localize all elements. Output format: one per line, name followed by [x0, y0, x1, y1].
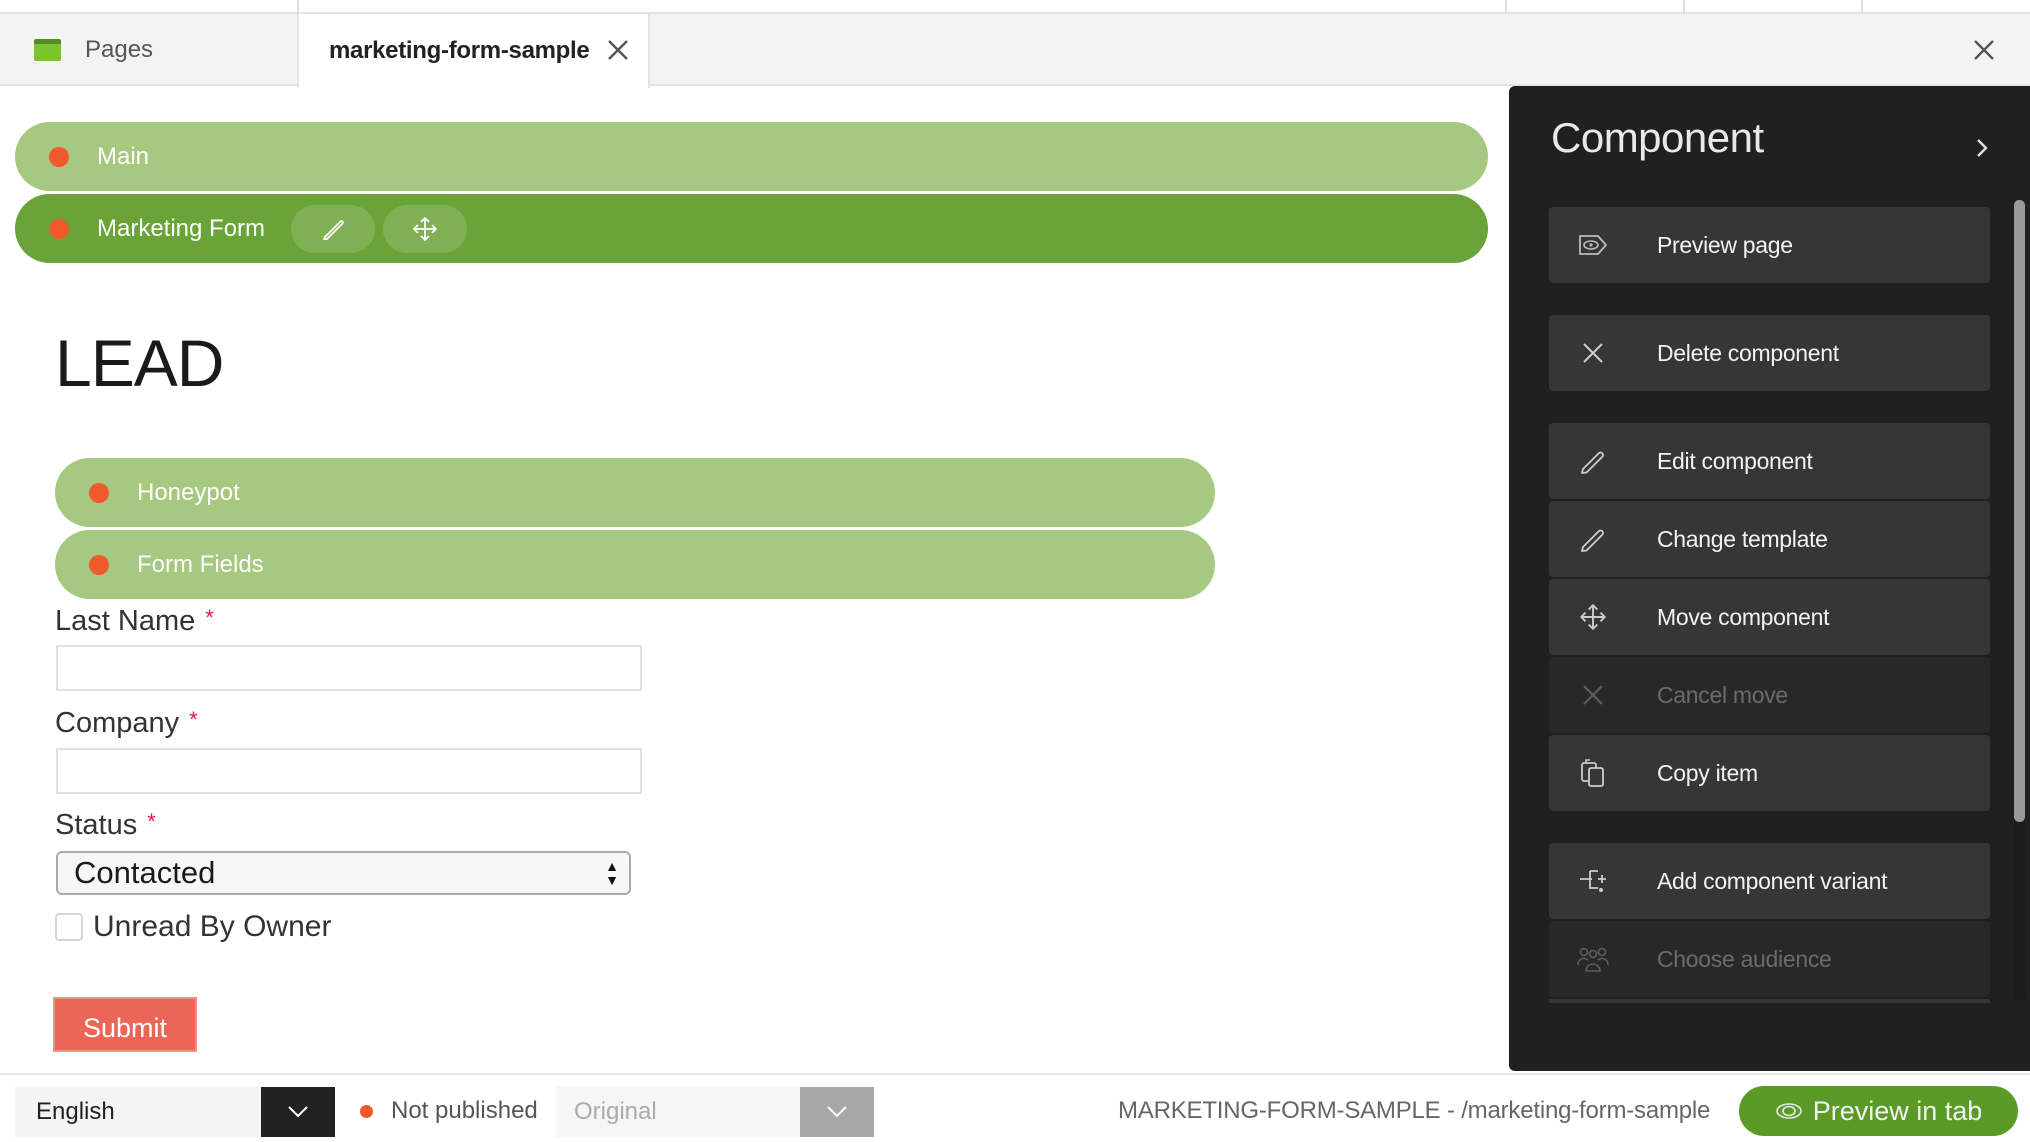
menu-item-partial — [1549, 999, 1990, 1003]
pencil-icon — [1573, 441, 1613, 481]
publish-status: Not published — [360, 1097, 538, 1125]
menu-item-label: Move component — [1657, 603, 1830, 630]
status-dot — [49, 146, 69, 167]
menu-item-label: Cancel move — [1657, 681, 1788, 708]
menu-item-label: Preview page — [1657, 231, 1793, 258]
chevron-right-icon[interactable] — [1970, 136, 1994, 160]
menu-item-edit-component[interactable]: Edit component — [1549, 423, 1990, 499]
tab-divider — [297, 0, 299, 14]
move-component-button[interactable] — [383, 204, 468, 253]
placeholder-label: Form Fields — [137, 550, 264, 578]
menu-item-move-component[interactable]: Move component — [1549, 579, 1990, 655]
preview-in-tab-label: Preview in tab — [1812, 1095, 1983, 1126]
tab-marketing-form-sample[interactable]: marketing-form-sample — [297, 14, 650, 88]
audience-icon — [1573, 939, 1613, 979]
status-dot — [360, 1104, 373, 1118]
edit-component-button[interactable] — [291, 204, 376, 253]
add-variant-icon — [1573, 861, 1613, 901]
pencil-icon — [1573, 519, 1613, 559]
menu-item-change-template[interactable]: Change template — [1549, 501, 1990, 577]
placeholder-label: Main — [97, 142, 150, 170]
close-editor-icon[interactable] — [1970, 36, 1998, 64]
move-icon — [413, 216, 437, 241]
chevron-down-icon — [288, 1106, 308, 1118]
move-icon — [1573, 597, 1613, 637]
close-icon — [1573, 675, 1613, 715]
copy-icon — [1573, 753, 1613, 793]
variant-dropdown-button[interactable] — [800, 1087, 874, 1137]
status-select[interactable]: Contacted ▲ ▼ — [56, 851, 631, 895]
unread-by-owner-label: Unread By Owner — [93, 910, 332, 943]
menu-item-add-component-variant[interactable]: Add component variant — [1549, 843, 1990, 919]
last-name-input[interactable] — [56, 645, 642, 691]
eye-icon — [1775, 1101, 1803, 1121]
pencil-icon — [323, 219, 344, 240]
last-name-label-text: Last Name — [55, 605, 196, 637]
page-path: MARKETING-FORM-SAMPLE - /marketing-form-… — [1118, 1097, 1711, 1124]
placeholder-label: Honeypot — [137, 478, 240, 506]
form-heading: LEAD — [55, 326, 224, 400]
placeholder-honeypot[interactable]: Honeypot — [55, 458, 1215, 527]
menu-item-cancel-move[interactable]: Cancel move — [1549, 657, 1990, 733]
publish-status-label: Not published — [391, 1097, 538, 1124]
panel-scrollbar-thumb[interactable] — [2014, 200, 2025, 822]
close-tab-icon[interactable] — [604, 36, 632, 64]
status-dot — [89, 482, 109, 503]
menu-item-delete-component[interactable]: Delete component — [1549, 315, 1990, 391]
tab-pages[interactable]: Pages — [0, 14, 297, 86]
variant-select[interactable]: Original — [556, 1087, 874, 1137]
placeholder-form-fields[interactable]: Form Fields — [55, 530, 1215, 599]
menu-item-choose-audience[interactable]: Choose audience — [1549, 921, 1990, 997]
component-marketing-form[interactable]: Marketing Form — [15, 194, 1488, 263]
placeholder-main[interactable]: Main — [15, 122, 1488, 191]
language-select[interactable]: English — [15, 1087, 335, 1137]
company-label: Company * — [55, 707, 198, 740]
eye-tag-icon — [1573, 225, 1613, 265]
variant-value: Original — [574, 1098, 657, 1125]
panel-title: Component — [1551, 114, 1764, 161]
status-label: Status * — [55, 809, 156, 842]
component-panel: Component Preview page Delete component … — [1509, 86, 2030, 1071]
company-input[interactable] — [56, 748, 642, 794]
status-dot — [89, 554, 109, 575]
close-icon — [1573, 333, 1613, 373]
status-dot — [49, 218, 69, 239]
component-label: Marketing Form — [97, 214, 266, 242]
status-select-value: Contacted — [74, 855, 216, 890]
bottom-bar: English Not published Original MARKETING… — [0, 1073, 2030, 1142]
menu-item-label: Copy item — [1657, 759, 1758, 786]
tab-pages-label: Pages — [85, 36, 154, 63]
menu-item-label: Choose audience — [1657, 945, 1832, 972]
tab-divider — [1683, 0, 1685, 14]
tab-active-label: marketing-form-sample — [329, 37, 590, 64]
menu-item-label: Edit component — [1657, 447, 1813, 474]
browser-tab-strip — [0, 0, 2030, 14]
language-value: English — [36, 1098, 115, 1125]
menu-item-label: Add component variant — [1657, 867, 1888, 894]
menu-item-preview-page[interactable]: Preview page — [1549, 207, 1990, 283]
tab-bar: Pages marketing-form-sample — [0, 14, 2030, 88]
chevron-down-icon — [827, 1106, 847, 1118]
unread-by-owner-checkbox[interactable] — [55, 913, 83, 941]
language-dropdown-button[interactable] — [261, 1087, 335, 1137]
company-label-text: Company — [55, 707, 180, 739]
menu-item-copy-item[interactable]: Copy item — [1549, 735, 1990, 811]
status-label-text: Status — [55, 809, 138, 841]
preview-in-tab-button[interactable]: Preview in tab — [1739, 1086, 2018, 1136]
required-mark: * — [189, 707, 198, 732]
required-mark: * — [147, 809, 156, 834]
menu-item-label: Delete component — [1657, 339, 1839, 366]
unread-by-owner-row[interactable]: Unread By Owner — [55, 910, 331, 944]
pages-icon — [34, 39, 61, 61]
required-mark: * — [205, 605, 214, 630]
select-arrows-icon: ▲ ▼ — [605, 858, 619, 888]
menu-item-label: Change template — [1657, 525, 1828, 552]
submit-button[interactable]: Submit — [53, 997, 197, 1052]
last-name-label: Last Name * — [55, 605, 214, 638]
tab-divider — [1505, 0, 1507, 14]
tab-divider — [1861, 0, 1863, 14]
